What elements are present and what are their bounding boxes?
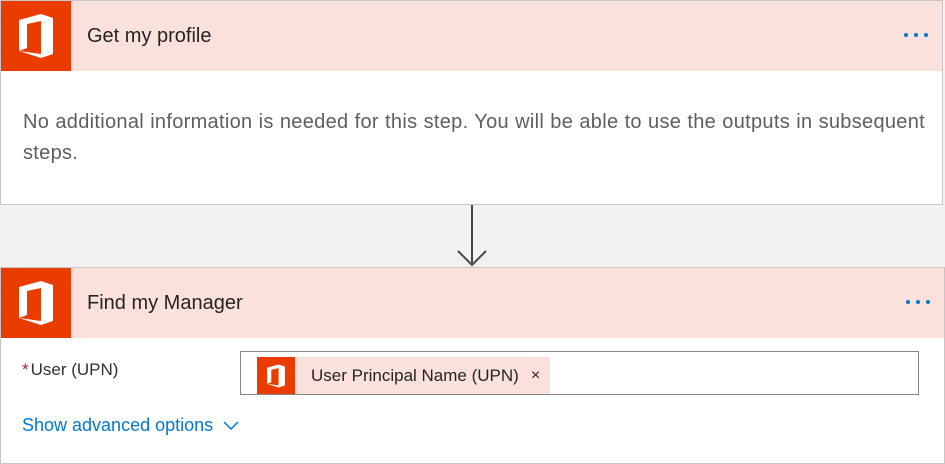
step-card-get-my-profile: Get my profile No additional information… [0, 0, 943, 205]
step-title: Get my profile [87, 25, 212, 47]
dynamic-content-token[interactable]: User Principal Name (UPN) × [257, 357, 551, 394]
user-upn-label: * User (UPN) [22, 360, 118, 380]
more-options-icon[interactable] [904, 25, 928, 45]
token-text: User Principal Name (UPN) [311, 365, 519, 385]
office-icon [1, 1, 71, 71]
show-advanced-options-link[interactable]: Show advanced options [22, 415, 239, 436]
required-marker: * [22, 360, 29, 379]
step-header[interactable]: Get my profile [1, 1, 942, 71]
step-header[interactable]: Find my Manager [1, 268, 944, 338]
user-upn-input[interactable]: User Principal Name (UPN) × [240, 351, 919, 395]
chevron-down-icon [223, 420, 239, 430]
step-title: Find my Manager [87, 292, 243, 314]
remove-token-icon[interactable]: × [531, 367, 540, 385]
advanced-options-label: Show advanced options [22, 415, 214, 435]
more-options-icon[interactable] [906, 292, 930, 312]
office-icon [257, 357, 295, 394]
office-icon [1, 268, 71, 338]
arrow-down-icon [457, 250, 487, 267]
step-info-text: No additional information is needed for … [23, 111, 925, 164]
field-label-text: User (UPN) [30, 360, 119, 379]
